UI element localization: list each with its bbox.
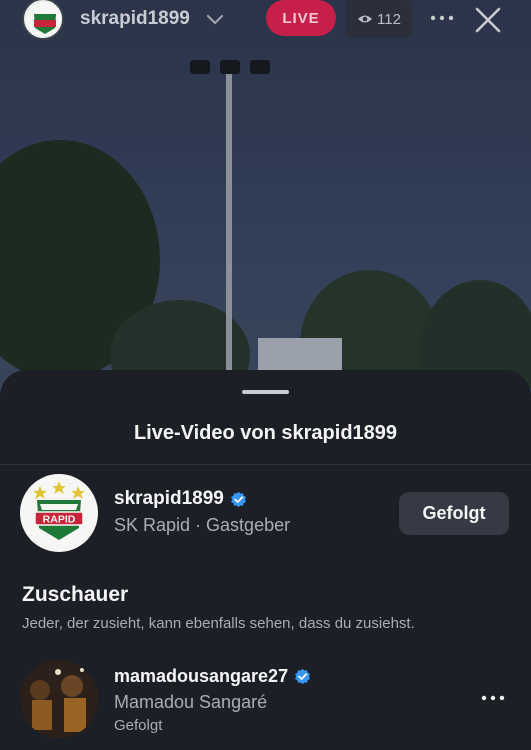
- sheet-title: Live-Video von skrapid1899: [133, 422, 398, 444]
- viewer-count: 112: [377, 10, 401, 28]
- floodlight-pole: [226, 72, 232, 372]
- more-icon[interactable]: [480, 688, 506, 708]
- live-top-bar: skrapid1899 LIVE 112: [0, 0, 531, 40]
- verified-icon: [295, 668, 310, 685]
- host-username-top[interactable]: skrapid1899: [80, 8, 190, 30]
- floodlight: [190, 60, 270, 80]
- viewers-description: Jeder, der zusieht, kann ebenfalls sehen…: [22, 615, 415, 632]
- close-icon[interactable]: [474, 6, 502, 34]
- more-icon[interactable]: [428, 6, 456, 30]
- sheet-handle[interactable]: [242, 390, 289, 394]
- viewers-title: Zuschauer: [22, 583, 129, 606]
- live-badge: LIVE: [266, 0, 336, 36]
- viewer-follow-status: Gefolgt: [114, 717, 163, 734]
- host-subtitle: SK Rapid · Gastgeber: [114, 515, 291, 535]
- host-avatar[interactable]: RAPID: [20, 474, 98, 552]
- verified-icon: [230, 491, 246, 507]
- viewer-full-name: Mamadou Sangaré: [114, 692, 268, 712]
- host-username[interactable]: skrapid1899: [114, 488, 247, 510]
- host-username-text[interactable]: skrapid1899: [114, 488, 224, 510]
- live-video[interactable]: [0, 0, 531, 420]
- viewer-username[interactable]: mamadousangare27: [114, 666, 311, 687]
- divider: [0, 464, 531, 465]
- following-button[interactable]: Gefolgt: [399, 492, 509, 535]
- viewer-username-text[interactable]: mamadousangare27: [114, 666, 288, 687]
- chevron-down-icon[interactable]: [205, 9, 225, 29]
- host-avatar-small[interactable]: [22, 0, 64, 40]
- viewer-count-button[interactable]: 112: [346, 0, 412, 38]
- live-info-sheet: Live-Video von skrapid1899 RAPID skrapid…: [0, 370, 531, 750]
- rapid-logo-text: RAPID: [43, 514, 76, 526]
- eye-icon: [358, 15, 373, 23]
- viewer-avatar[interactable]: [20, 660, 98, 738]
